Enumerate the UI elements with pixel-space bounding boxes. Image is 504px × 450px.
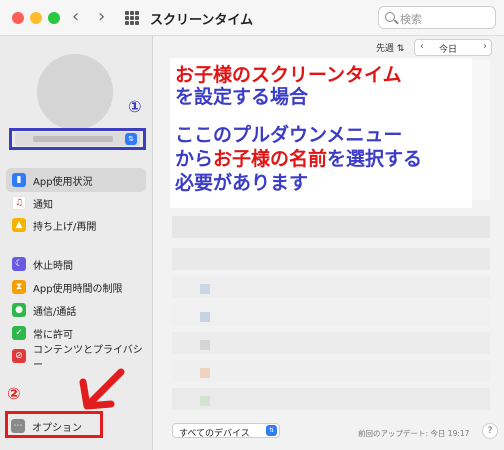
week-selector-label: 先週 <box>376 44 395 54</box>
annotation-line-1: お子様のスクリーンタイム <box>175 64 402 86</box>
hourglass-icon: ⧗ <box>12 280 26 294</box>
avatar <box>37 54 113 130</box>
blurred-app-icon <box>200 396 210 406</box>
options-label: オプション <box>32 422 82 434</box>
date-navigator[interactable]: ‹ 今日 › <box>414 39 492 56</box>
blurred-row <box>172 360 490 382</box>
sidebar-item-communication[interactable]: ● 通信/通話 <box>6 298 146 322</box>
search-placeholder: 検索 <box>400 13 422 26</box>
user-selector-highlight: ⇅ <box>9 128 146 150</box>
moon-icon: ☾ <box>12 257 26 271</box>
marker-1: ① <box>128 97 142 116</box>
annotation-line-4: からお子様の名前を選択する <box>175 148 422 170</box>
blurred-row <box>172 388 490 410</box>
blurred-app-icon <box>200 368 210 378</box>
sidebar-item-label: 通信/通話 <box>33 306 77 318</box>
device-selector-label: すべてのデバイス <box>179 429 250 439</box>
bell-icon: ♫ <box>12 196 26 210</box>
sidebar-item-label: App使用状況 <box>33 176 93 188</box>
annotation-line-4b: お子様の名前 <box>213 148 328 170</box>
blurred-app-icon <box>200 340 210 350</box>
sidebar-item-label: 通知 <box>33 199 53 211</box>
annotation-line-4a: から <box>175 148 214 170</box>
week-selector[interactable]: 先週 ⇅ <box>376 41 404 54</box>
sidebar-item-label: App使用時間の制限 <box>33 283 123 295</box>
options-button[interactable]: ⋯ オプション <box>9 416 99 436</box>
user-popup[interactable]: ⇅ <box>15 132 140 146</box>
next-icon[interactable]: › <box>483 41 487 52</box>
bar-chart-icon: ▮ <box>12 173 26 187</box>
search-icon <box>385 12 395 22</box>
sidebar-item-downtime[interactable]: ☾ 休止時間 <box>6 252 146 276</box>
annotation-line-4c: を選択する <box>327 148 423 170</box>
back-icon[interactable]: ‹ <box>72 7 79 27</box>
blurred-app-icon <box>200 312 210 322</box>
chat-icon: ● <box>12 303 26 317</box>
blurred-app-icon <box>200 284 210 294</box>
annotation-line-2: を設定する場合 <box>175 86 309 108</box>
device-selector[interactable]: すべてのデバイス ⇅ <box>172 423 280 439</box>
blurred-row <box>172 276 490 298</box>
forward-icon[interactable]: › <box>98 7 105 27</box>
last-update-text: 前回のアップデート: 今日 19:17 <box>358 429 470 438</box>
sidebar-item-app-limits[interactable]: ⧗ App使用時間の制限 <box>6 275 146 299</box>
today-button[interactable]: 今日 <box>439 42 457 55</box>
sidebar-item-label: 持ち上げ/再開 <box>33 221 97 233</box>
window-title: スクリーンタイム <box>150 13 254 28</box>
blurred-row <box>172 304 490 326</box>
sidebar-item-label: コンテンツとプライバシー <box>33 345 143 371</box>
marker-2: ② <box>7 384 21 403</box>
title-bar: ‹ › スクリーンタイム 検索 <box>0 0 504 36</box>
checkmark-icon: ✓ <box>12 326 26 340</box>
minimize-button[interactable] <box>30 12 42 24</box>
close-button[interactable] <box>12 12 24 24</box>
more-icon: ⋯ <box>11 419 25 433</box>
help-button[interactable]: ? <box>482 423 498 439</box>
blurred-row <box>172 332 490 354</box>
sidebar-item-content-privacy[interactable]: ⊘ コンテンツとプライバシー <box>6 344 146 371</box>
red-arrow-icon <box>79 368 125 410</box>
sidebar-item-app-usage[interactable]: ▮ App使用状況 <box>6 168 146 192</box>
pickup-icon: ▲ <box>12 218 26 232</box>
sidebar-item-label: 常に許可 <box>33 329 73 341</box>
user-name-blurred <box>33 136 113 142</box>
block-icon: ⊘ <box>12 349 26 363</box>
sidebar-item-label: 休止時間 <box>33 260 73 272</box>
chevron-updown-icon: ⇅ <box>125 133 137 145</box>
sidebar-item-pickups[interactable]: ▲ 持ち上げ/再開 <box>6 213 146 237</box>
window: ‹ › スクリーンタイム 検索 ① ⇅ ▮ App使用状況 ♫ 通知 ▲ 持ち上… <box>0 0 504 450</box>
annotation-line-5: 必要があります <box>175 172 309 194</box>
blurred-row <box>172 248 490 270</box>
blurred-row <box>172 216 490 238</box>
sidebar-item-notifications[interactable]: ♫ 通知 <box>6 191 146 215</box>
search-input[interactable]: 検索 <box>378 6 496 29</box>
annotation-line-3: ここのプルダウンメニュー <box>175 124 403 146</box>
chevron-updown-icon: ⇅ <box>266 425 277 436</box>
grid-icon[interactable] <box>125 11 139 25</box>
zoom-button[interactable] <box>48 12 60 24</box>
prev-icon[interactable]: ‹ <box>420 41 424 52</box>
